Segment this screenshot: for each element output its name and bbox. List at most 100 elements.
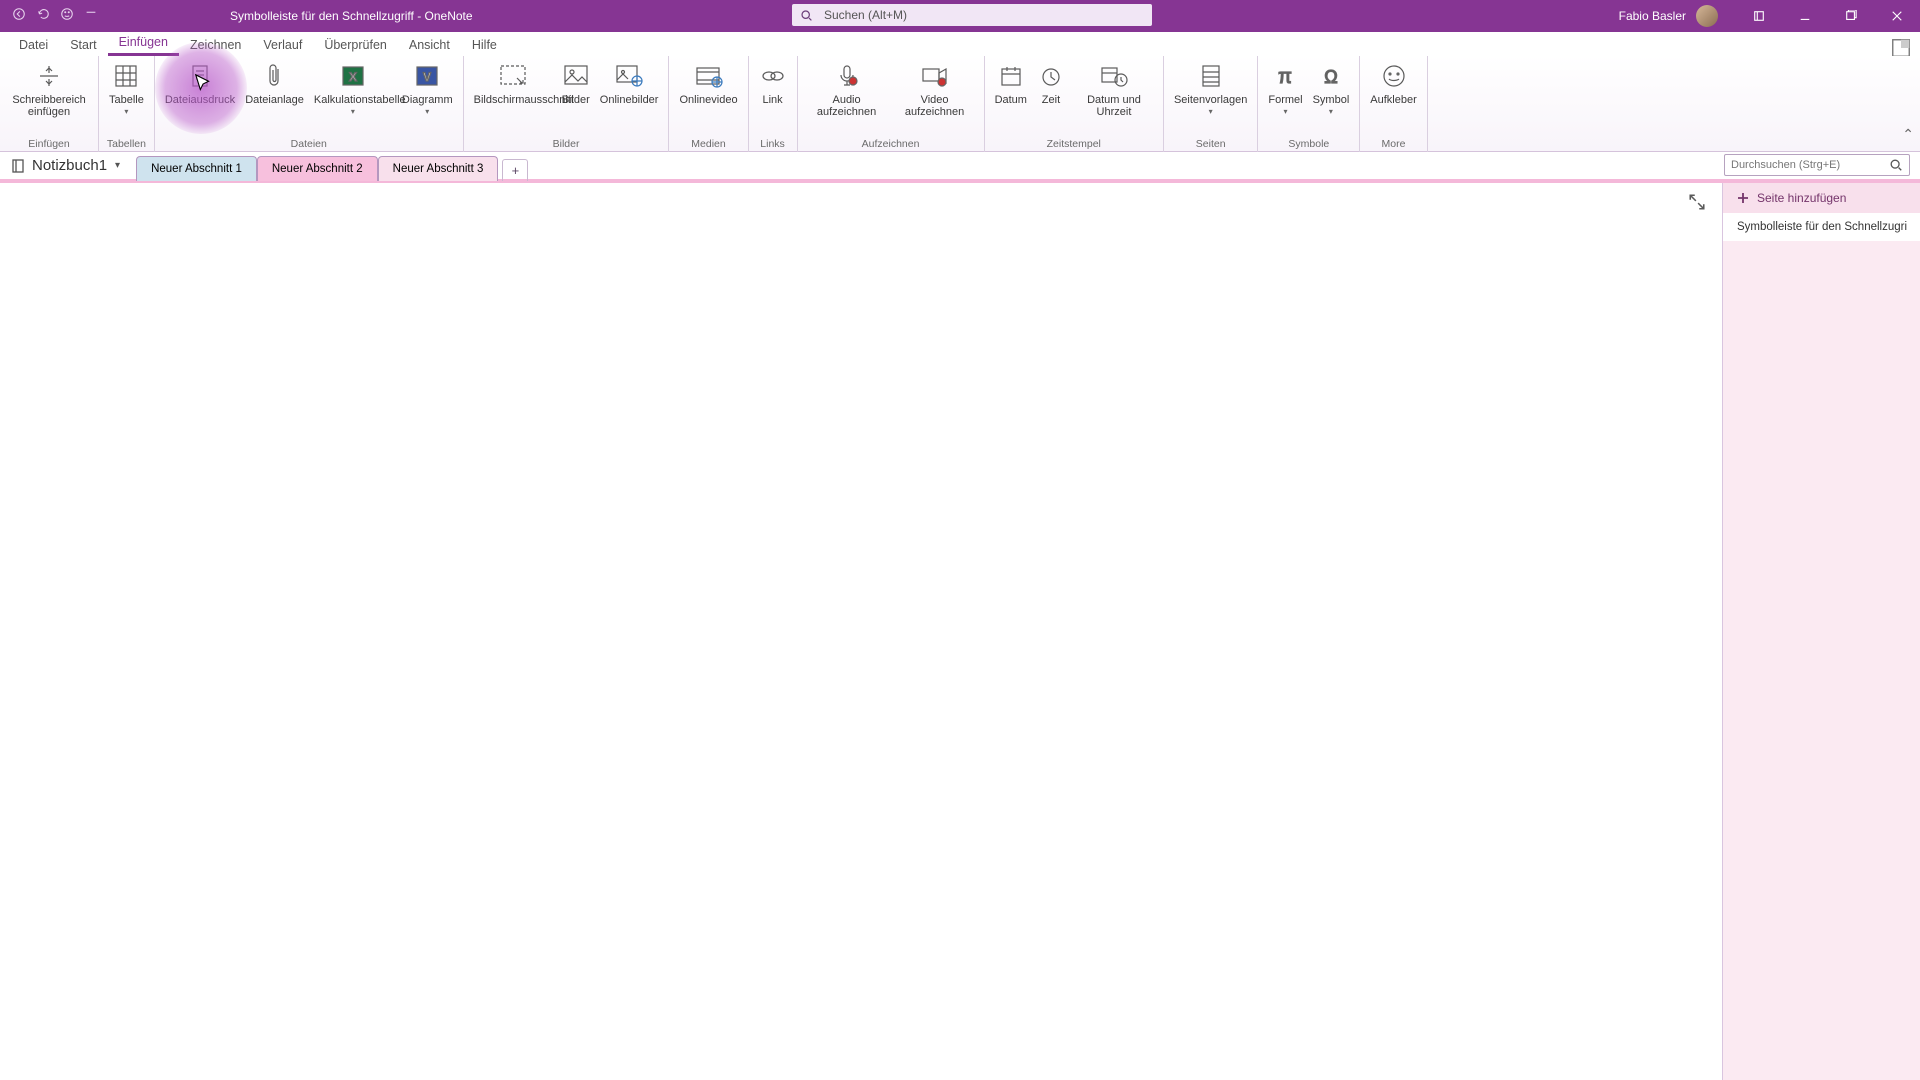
search-box[interactable]: Suchen (Alt+M) bbox=[792, 4, 1152, 26]
svg-text:X: X bbox=[349, 70, 357, 84]
ribbon-button-table[interactable]: Tabelle▾ bbox=[105, 62, 148, 134]
screenclip-icon bbox=[499, 62, 527, 90]
add-page-label: Seite hinzufügen bbox=[1757, 191, 1846, 205]
notes-icon[interactable] bbox=[1736, 0, 1782, 32]
page-list-item[interactable]: Symbolleiste für den Schnellzugri bbox=[1723, 213, 1920, 241]
maximize-button[interactable] bbox=[1828, 0, 1874, 32]
ribbon-group: OnlinevideoMedien bbox=[669, 56, 748, 152]
expand-icon[interactable] bbox=[1688, 193, 1706, 211]
ribbon-button-online-picture[interactable]: Onlinebilder bbox=[596, 62, 663, 134]
undo-icon[interactable] bbox=[36, 7, 50, 26]
touch-icon[interactable] bbox=[60, 7, 74, 26]
ribbon-tab[interactable]: Verlauf bbox=[252, 34, 313, 56]
add-section-button[interactable]: + bbox=[502, 159, 528, 181]
ribbon-button-symbol[interactable]: ΩSymbol▾ bbox=[1309, 62, 1354, 134]
ribbon-tab[interactable]: Zeichnen bbox=[179, 34, 252, 56]
notebook-picker[interactable]: Notizbuch1 ▾ bbox=[10, 157, 120, 174]
close-button[interactable] bbox=[1874, 0, 1920, 32]
qat-more-icon[interactable] bbox=[84, 7, 98, 26]
ribbon-button-label: Schreibbereich einfügen bbox=[10, 94, 88, 118]
section-tab[interactable]: Neuer Abschnitt 3 bbox=[378, 156, 499, 181]
back-icon[interactable] bbox=[12, 7, 26, 26]
excel-icon: X bbox=[339, 62, 367, 90]
ribbon-button-label: Diagramm bbox=[402, 94, 453, 106]
ribbon-group: πFormel▾ΩSymbol▾Symbole bbox=[1258, 56, 1360, 152]
chevron-down-icon: ▾ bbox=[1209, 107, 1213, 116]
ribbon-button-sticker[interactable]: Aufkleber bbox=[1366, 62, 1420, 134]
search-icon bbox=[1889, 158, 1903, 172]
collapse-ribbon-icon[interactable]: ⌃ bbox=[1902, 126, 1914, 143]
time-icon bbox=[1037, 62, 1065, 90]
chevron-down-icon: ▾ bbox=[351, 107, 355, 116]
ribbon-button-video[interactable]: Onlinevideo bbox=[675, 62, 741, 134]
ribbon-group-name: Seiten bbox=[1196, 138, 1226, 150]
window-title: Symbolleiste für den Schnellzugriff - On… bbox=[230, 9, 473, 23]
notebook-icon bbox=[10, 158, 26, 174]
ribbon-button-templates[interactable]: Seitenvorlagen▾ bbox=[1170, 62, 1251, 134]
add-page-button[interactable]: Seite hinzufügen bbox=[1723, 183, 1920, 213]
ribbon-button-label: Datum bbox=[995, 94, 1027, 106]
page-list-pane: Seite hinzufügen Symbolleiste für den Sc… bbox=[1722, 183, 1920, 1080]
ribbon-group: DatumZeitDatum und UhrzeitZeitstempel bbox=[985, 56, 1164, 152]
ribbon-button-label: Datum und Uhrzeit bbox=[1075, 94, 1153, 118]
space-insert-icon bbox=[35, 62, 63, 90]
ribbon-button-label: Bilder bbox=[562, 94, 590, 106]
ribbon-button-picture[interactable]: Bilder bbox=[558, 62, 594, 134]
ribbon-tab[interactable]: Datei bbox=[8, 34, 59, 56]
ribbon-button-label: Onlinevideo bbox=[679, 94, 737, 106]
date-icon bbox=[997, 62, 1025, 90]
ribbon-group: Tabelle▾Tabellen bbox=[99, 56, 155, 152]
minimize-button[interactable] bbox=[1782, 0, 1828, 32]
ribbon-group-name: Symbole bbox=[1288, 138, 1329, 150]
ribbon-tab[interactable]: Überprüfen bbox=[313, 34, 398, 56]
ribbon-tabs: DateiStartEinfügenZeichnenVerlaufÜberprü… bbox=[0, 32, 1920, 56]
ribbon-button-video-rec[interactable]: Video aufzeichnen bbox=[892, 62, 978, 134]
svg-text:π: π bbox=[1279, 66, 1293, 88]
ribbon-button-label: Aufkleber bbox=[1370, 94, 1416, 106]
ribbon-button-time[interactable]: Zeit bbox=[1033, 62, 1069, 134]
ribbon-button-excel[interactable]: X Kalkulationstabelle▾ bbox=[310, 62, 396, 134]
ribbon-button-label: Dateianlage bbox=[245, 94, 304, 106]
cursor-pointer-icon bbox=[193, 73, 215, 100]
ribbon-button-paperclip[interactable]: Dateianlage bbox=[241, 62, 308, 134]
ribbon-button-date[interactable]: Datum bbox=[991, 62, 1031, 134]
ribbon-button-audio-rec[interactable]: Audio aufzeichnen bbox=[804, 62, 890, 134]
chevron-down-icon: ▾ bbox=[1329, 107, 1333, 116]
ribbon-button-visio[interactable]: VDiagramm▾ bbox=[398, 62, 457, 134]
chevron-down-icon: ▾ bbox=[425, 107, 429, 116]
ribbon-button-label: Audio aufzeichnen bbox=[808, 94, 886, 118]
ribbon-group-name: Aufzeichnen bbox=[862, 138, 920, 150]
ribbon-button-link[interactable]: Link bbox=[755, 62, 791, 134]
ribbon-button-label: Kalkulationstabelle bbox=[314, 94, 392, 106]
title-bar: Symbolleiste für den Schnellzugriff - On… bbox=[0, 0, 1920, 32]
ribbon-group: AufkleberMore bbox=[1360, 56, 1427, 152]
notebook-name: Notizbuch1 bbox=[32, 157, 107, 174]
section-search-placeholder: Durchsuchen (Strg+E) bbox=[1731, 159, 1889, 171]
ribbon-group-name: Bilder bbox=[553, 138, 580, 150]
ribbon-tab[interactable]: Start bbox=[59, 34, 107, 56]
ribbon-button-label: Bildschirmausschnitt bbox=[474, 94, 552, 106]
section-tab-label: Neuer Abschnitt 3 bbox=[393, 163, 484, 175]
page-canvas[interactable] bbox=[0, 183, 1722, 1080]
ribbon-tab[interactable]: Ansicht bbox=[398, 34, 461, 56]
section-tab[interactable]: Neuer Abschnitt 2 bbox=[257, 156, 378, 181]
chevron-down-icon: ▾ bbox=[1283, 107, 1287, 116]
user-name[interactable]: Fabio Basler bbox=[1619, 9, 1686, 23]
ribbon-tab[interactable]: Einfügen bbox=[108, 31, 179, 56]
ribbon-group: Seitenvorlagen▾ Seiten bbox=[1164, 56, 1258, 152]
section-search[interactable]: Durchsuchen (Strg+E) bbox=[1724, 154, 1910, 176]
avatar[interactable] bbox=[1696, 5, 1718, 27]
ribbon-button-datetime[interactable]: Datum und Uhrzeit bbox=[1071, 62, 1157, 134]
chevron-down-icon: ▾ bbox=[115, 160, 120, 171]
ribbon-button-space-insert[interactable]: Schreibbereich einfügen bbox=[6, 62, 92, 134]
ribbon-button-label: Zeit bbox=[1042, 94, 1060, 106]
section-tab[interactable]: Neuer Abschnitt 1 bbox=[136, 156, 257, 181]
ribbon-button-label: Formel bbox=[1268, 94, 1302, 106]
datetime-icon bbox=[1100, 62, 1128, 90]
ribbon-tab[interactable]: Hilfe bbox=[461, 34, 508, 56]
ribbon-group: Audio aufzeichnenVideo aufzeichnen Aufzei… bbox=[798, 56, 985, 152]
search-icon bbox=[800, 9, 813, 22]
ribbon-button-screenclip[interactable]: Bildschirmausschnitt bbox=[470, 62, 556, 134]
picture-icon bbox=[562, 62, 590, 90]
ribbon-button-equation[interactable]: π Formel▾ bbox=[1264, 62, 1306, 134]
